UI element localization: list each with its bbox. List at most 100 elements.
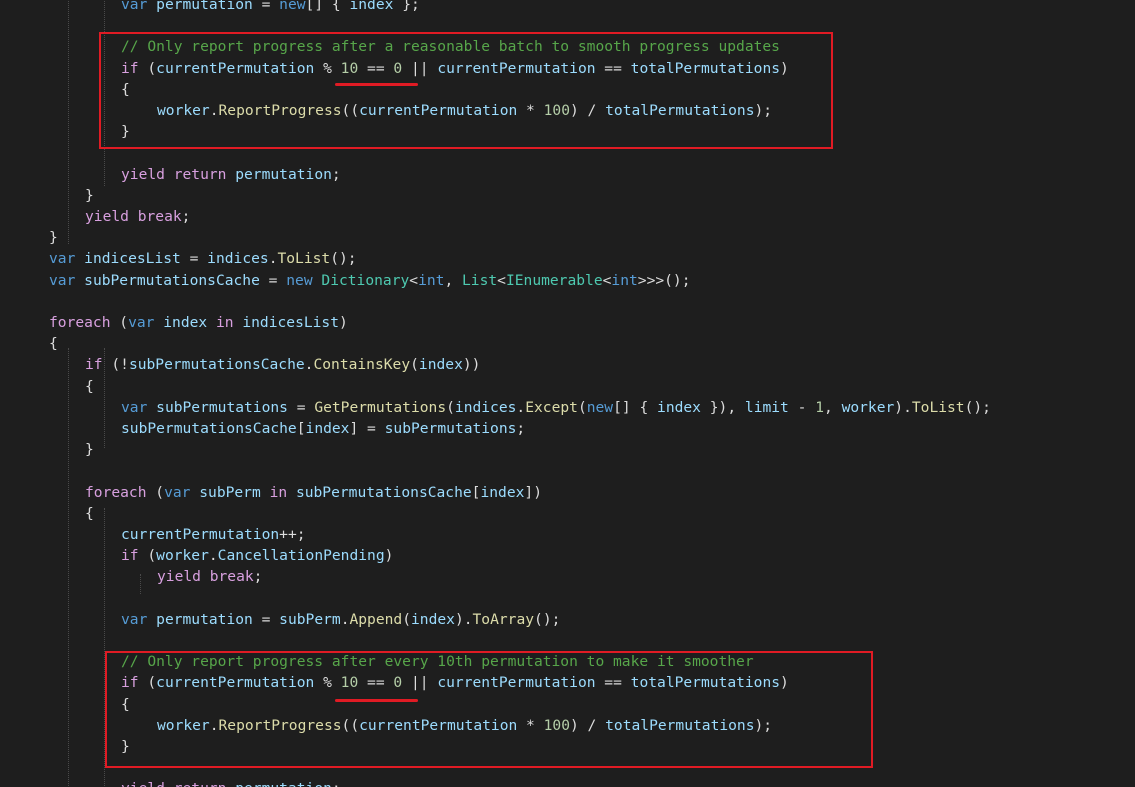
- code-line[interactable]: foreach (var index in indicesList): [49, 312, 348, 333]
- code-line[interactable]: foreach (var subPerm in subPermutationsC…: [85, 482, 542, 503]
- code-line[interactable]: {: [121, 79, 130, 100]
- punctuation-token: [147, 0, 156, 13]
- punctuation-token: [: [296, 420, 306, 437]
- method-token: ToList: [277, 250, 331, 268]
- code-line[interactable]: }: [121, 736, 130, 757]
- punctuation-token: (: [446, 398, 455, 416]
- code-line[interactable]: yield return permutation;: [121, 778, 341, 787]
- punctuation-token: =: [252, 0, 280, 13]
- code-line[interactable]: yield break;: [85, 206, 190, 227]
- code-line[interactable]: currentPermutation++;: [121, 524, 306, 545]
- code-line[interactable]: {: [121, 694, 130, 715]
- code-line[interactable]: var permutation = new[] { index };: [121, 0, 420, 15]
- indent-guide: [104, 0, 105, 186]
- code-line[interactable]: {: [49, 333, 58, 354]
- code-line[interactable]: var indicesList = indices.ToList();: [49, 248, 357, 269]
- code-line[interactable]: worker.ReportProgress((currentPermutatio…: [157, 715, 772, 736]
- keyword-token: var: [164, 483, 191, 501]
- code-editor[interactable]: var permutation = new[] { index };// Onl…: [0, 0, 1135, 787]
- punctuation-token: ): [780, 674, 789, 692]
- keyword-token: var: [121, 610, 148, 628]
- type-token: IEnumerable: [505, 271, 603, 289]
- method-token: ReportProgress: [218, 716, 342, 734]
- number-token: 100: [543, 716, 570, 734]
- punctuation-token: [] {: [613, 398, 658, 416]
- identifier-token: worker: [156, 547, 209, 565]
- punctuation-token: (: [146, 483, 165, 501]
- code-line[interactable]: if (currentPermutation % 10 == 0 || curr…: [121, 672, 789, 693]
- number-token: 10: [340, 674, 359, 692]
- keyword-token: new: [286, 271, 313, 289]
- code-line[interactable]: var permutation = subPerm.Append(index).…: [121, 609, 560, 630]
- identifier-token: subPerm: [279, 610, 341, 628]
- punctuation-token: <: [409, 271, 419, 289]
- identifier-token: totalPermutations: [605, 716, 755, 734]
- type-token: Dictionary: [321, 271, 410, 289]
- punctuation-token: ).: [894, 398, 912, 416]
- code-line[interactable]: }: [85, 185, 94, 206]
- code-line[interactable]: // Only report progress after every 10th…: [121, 651, 754, 672]
- punctuation-token: ,: [444, 271, 463, 289]
- code-line[interactable]: worker.ReportProgress((currentPermutatio…: [157, 100, 772, 121]
- keyword-token: int: [418, 271, 445, 289]
- punctuation-token: ) /: [569, 716, 606, 734]
- punctuation-token: {: [85, 377, 94, 395]
- code-line[interactable]: {: [85, 503, 94, 524]
- punctuation-token: >>>();: [637, 271, 691, 289]
- code-line[interactable]: }: [121, 121, 130, 142]
- punctuation-token: ) /: [569, 102, 606, 119]
- code-line[interactable]: var subPermutationsCache = new Dictionar…: [49, 270, 691, 291]
- identifier-token: CancellationPending: [217, 547, 385, 565]
- keyword-token: new: [586, 398, 614, 416]
- punctuation-token: [129, 208, 138, 225]
- control-keyword-token: if: [85, 356, 103, 374]
- code-line[interactable]: {: [85, 376, 94, 397]
- identifier-token: index: [657, 398, 701, 416]
- punctuation-token: -: [788, 398, 816, 416]
- code-line[interactable]: yield break;: [157, 566, 262, 587]
- annotation-underline-bottom: [335, 699, 418, 702]
- punctuation-token: ): [384, 547, 394, 565]
- control-keyword-token: break: [209, 568, 254, 586]
- code-line[interactable]: yield return permutation;: [121, 164, 341, 185]
- identifier-token: index: [411, 610, 455, 628]
- punctuation-token: ==: [358, 674, 394, 692]
- code-line[interactable]: // Only report progress after a reasonab…: [121, 36, 780, 57]
- code-line[interactable]: if (worker.CancellationPending): [121, 545, 393, 566]
- identifier-token: subPermutationsCache: [295, 483, 472, 501]
- punctuation-token: .: [208, 547, 218, 565]
- punctuation-token: .: [209, 716, 219, 734]
- punctuation-token: .: [516, 398, 526, 416]
- punctuation-token: ==: [595, 674, 631, 692]
- control-keyword-token: in: [269, 483, 288, 501]
- code-line[interactable]: subPermutationsCache[index] = subPermuta…: [121, 418, 525, 439]
- code-line[interactable]: if (!subPermutationsCache.ContainsKey(in…: [85, 354, 480, 375]
- method-token: ToList: [911, 398, 965, 416]
- punctuation-token: %: [314, 59, 341, 77]
- code-line[interactable]: if (currentPermutation % 10 == 0 || curr…: [121, 58, 789, 79]
- punctuation-token: ): [780, 59, 789, 77]
- keyword-token: new: [279, 0, 306, 13]
- punctuation-token: ;: [332, 780, 341, 787]
- punctuation-token: {: [121, 695, 130, 713]
- number-token: 0: [393, 674, 403, 692]
- punctuation-token: (: [410, 356, 419, 374]
- punctuation-token: ]): [524, 483, 542, 501]
- punctuation-token: };: [393, 0, 420, 13]
- punctuation-token: ;: [516, 420, 526, 437]
- identifier-token: totalPermutations: [630, 674, 781, 692]
- punctuation-token: [261, 484, 270, 501]
- identifier-token: index: [305, 420, 350, 437]
- code-line[interactable]: }: [49, 227, 58, 248]
- punctuation-token: ;: [181, 208, 191, 225]
- code-line[interactable]: }: [85, 439, 94, 460]
- identifier-token: permutation: [156, 610, 253, 628]
- control-keyword-token: return: [174, 780, 227, 787]
- punctuation-token: }: [121, 123, 130, 141]
- indent-guide: [68, 348, 69, 787]
- identifier-token: currentPermutation: [359, 102, 518, 119]
- punctuation-token: }: [49, 229, 58, 247]
- code-line[interactable]: var subPermutations = GetPermutations(in…: [121, 397, 991, 418]
- control-keyword-token: yield: [121, 780, 165, 787]
- identifier-token: currentPermutation: [437, 674, 596, 692]
